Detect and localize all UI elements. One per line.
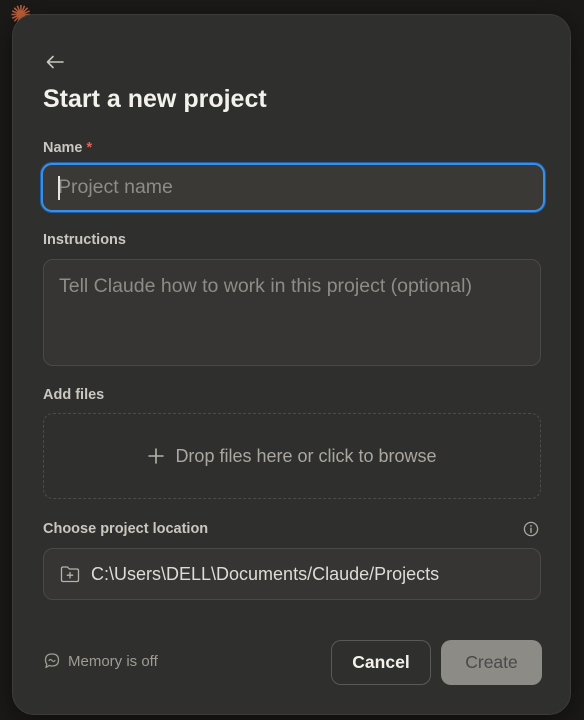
create-button[interactable]: Create <box>441 640 542 685</box>
folder-plus-icon <box>59 564 81 584</box>
memory-chat-icon <box>44 653 60 669</box>
project-location-picker[interactable]: C:\Users\DELL\Documents/Claude/Projects <box>43 548 541 600</box>
memory-status-text: Memory is off <box>68 652 158 670</box>
location-label: Choose project location <box>43 521 209 537</box>
required-mark: * <box>86 140 93 156</box>
add-files-label: Add files <box>43 387 105 403</box>
location-path: C:\Users\DELL\Documents/Claude/Projects <box>91 563 440 584</box>
memory-status[interactable]: Memory is off <box>43 652 158 670</box>
dropzone-text: Drop files here or click to browse <box>175 445 437 466</box>
project-name-input[interactable] <box>43 165 543 210</box>
new-project-dialog: Start a new project Name* Instructions A… <box>12 14 571 715</box>
back-button[interactable] <box>41 49 69 75</box>
file-dropzone[interactable]: Drop files here or click to browse <box>43 413 541 499</box>
text-caret <box>58 176 60 200</box>
cancel-button[interactable]: Cancel <box>331 640 431 685</box>
name-label-text: Name <box>43 140 83 156</box>
name-field[interactable] <box>41 163 545 212</box>
name-label: Name * <box>43 140 92 156</box>
dialog-title: Start a new project <box>43 85 267 113</box>
arrow-left-icon <box>46 55 64 69</box>
instructions-label: Instructions <box>43 232 126 248</box>
plus-icon <box>148 448 165 464</box>
info-icon[interactable] <box>523 521 539 537</box>
instructions-textarea[interactable] <box>43 259 541 366</box>
